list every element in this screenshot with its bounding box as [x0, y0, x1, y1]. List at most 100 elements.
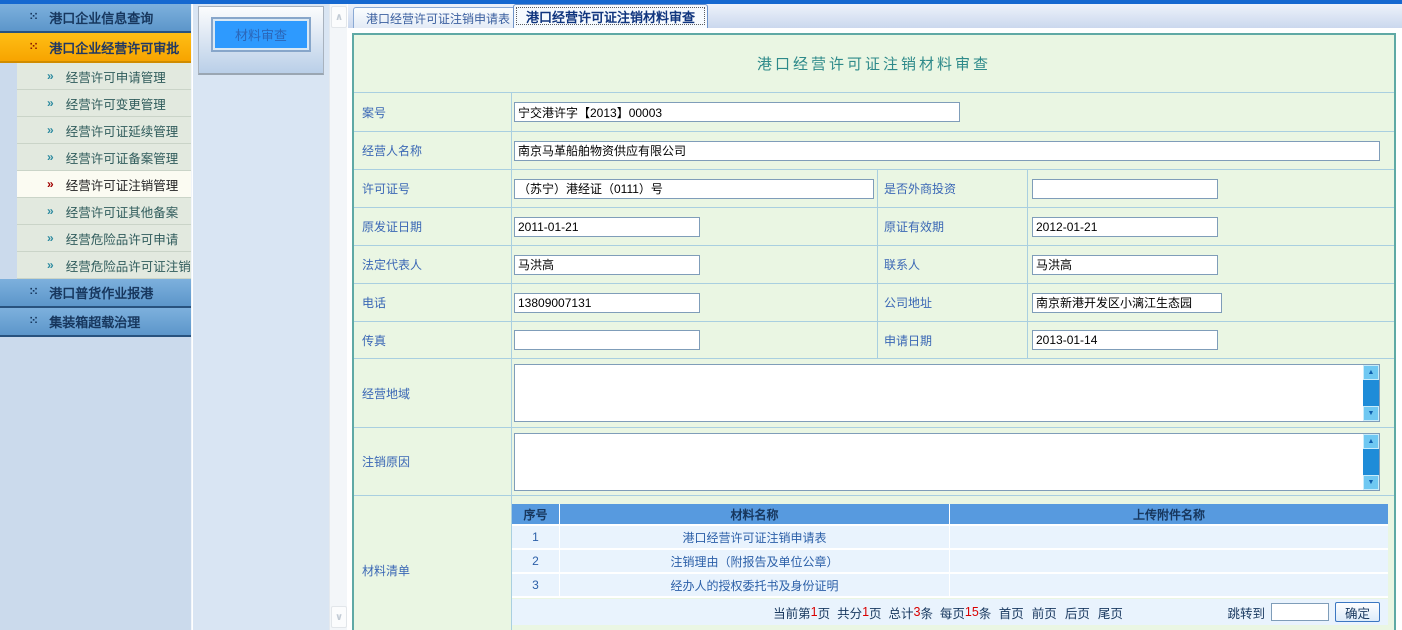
business-region-textarea[interactable]: ▲ ▼ — [514, 364, 1380, 422]
arrow-icon: » — [47, 204, 54, 218]
chevron-down-icon: ∨ — [335, 612, 343, 623]
business-region-label: 经营地域 — [354, 359, 512, 427]
menu-dots-icon: ⁙ — [29, 316, 38, 327]
sidebar-item-port-enterprise-info-query[interactable]: ⁙ 港口企业信息查询 — [0, 4, 191, 33]
scroll-up-button[interactable]: ▲ — [1363, 365, 1379, 380]
confirm-button[interactable]: 确定 — [1335, 602, 1380, 622]
materials-list-label: 材料清单 — [354, 496, 512, 630]
textarea-scrollbar[interactable]: ▲ ▼ — [1363, 434, 1379, 490]
page-size-number: 15 — [965, 605, 979, 619]
arrow-icon: » — [47, 258, 54, 272]
form-title: 港口经营许可证注销材料审查 — [354, 35, 1394, 93]
sidebar-subitem-license-change[interactable]: » 经营许可变更管理 — [17, 90, 191, 117]
menu-dots-icon: ⁙ — [29, 287, 38, 298]
sidebar-submenu: » 经营许可申请管理 » 经营许可变更管理 » 经营许可证延续管理 » 经营许可… — [17, 63, 191, 279]
fax-label: 传真 — [354, 322, 512, 358]
contact-person-label: 联系人 — [878, 246, 1028, 283]
app-window: ⁙ 港口企业信息查询 ⁙ 港口企业经营许可审批 » 经营许可申请管理 » 经营许… — [0, 0, 1402, 630]
case-no-label: 案号 — [354, 93, 512, 131]
cell-no: 3 — [512, 574, 560, 596]
materials-table-header: 序号 材料名称 上传附件名称 — [512, 504, 1388, 526]
sidebar-subitem-license-other-record[interactable]: » 经营许可证其他备案 — [17, 198, 191, 225]
sidebar-subitem-license-application[interactable]: » 经营许可申请管理 — [17, 63, 191, 90]
sidebar-subitem-dangerous-goods-application[interactable]: » 经营危险品许可申请 — [17, 225, 191, 252]
total-pages-number: 1 — [862, 605, 869, 619]
sidebar-subitem-label: 经营许可证延续管理 — [66, 121, 179, 140]
jump-to-label: 跳转到 — [1227, 603, 1265, 622]
tab-cancellation-application-form[interactable]: 港口经营许可证注销申请表 — [353, 7, 523, 28]
action-panel-box: 材料审查 — [198, 6, 324, 75]
tab-cancellation-material-review[interactable]: 港口经营许可证注销材料审查 — [513, 4, 708, 28]
operator-name-input[interactable] — [514, 141, 1380, 161]
scroll-down-button[interactable]: ∨ — [331, 606, 347, 628]
sidebar-subitem-label: 经营许可变更管理 — [66, 94, 166, 113]
sidebar-item-label: 集装箱超载治理 — [49, 312, 140, 331]
sidebar-subitem-license-renewal[interactable]: » 经营许可证延续管理 — [17, 117, 191, 144]
sidebar-menu: ⁙ 港口企业信息查询 ⁙ 港口企业经营许可审批 » 经营许可申请管理 » 经营许… — [0, 4, 192, 630]
case-no-input[interactable] — [514, 102, 960, 122]
apply-date-label: 申请日期 — [878, 322, 1028, 358]
cell-material-name: 经办人的授权委托书及身份证明 — [560, 574, 950, 596]
sidebar-item-port-license-approval[interactable]: ⁙ 港口企业经营许可审批 — [0, 33, 191, 63]
company-address-label: 公司地址 — [878, 284, 1028, 321]
cell-attachment — [950, 574, 1388, 596]
issue-date-label: 原发证日期 — [354, 208, 512, 245]
expiry-date-label: 原证有效期 — [878, 208, 1028, 245]
scroll-up-button[interactable]: ▲ — [1363, 434, 1379, 449]
cell-material-name: 港口经营许可证注销申请表 — [560, 526, 950, 548]
prev-page-link[interactable]: 前页 — [1032, 603, 1057, 622]
page-jump-input[interactable] — [1271, 603, 1329, 621]
materials-table-area: 序号 材料名称 上传附件名称 1 港口经营许可证注销申请表 2 注销理由（附报告… — [512, 496, 1394, 630]
pagination-text: 条 每页 — [920, 603, 964, 622]
phone-input[interactable] — [514, 293, 700, 313]
sidebar-subitem-license-record[interactable]: » 经营许可证备案管理 — [17, 144, 191, 171]
license-no-input[interactable] — [514, 179, 874, 199]
triangle-up-icon: ▲ — [1368, 369, 1375, 376]
current-page-number: 1 — [811, 605, 818, 619]
sidebar-item-container-overload[interactable]: ⁙ 集装箱超载治理 — [0, 308, 191, 337]
cell-no: 1 — [512, 526, 560, 548]
arrow-icon: » — [47, 123, 54, 137]
tab-bar: 港口经营许可证注销申请表 港口经营许可证注销材料审查 — [348, 4, 1402, 30]
scroll-track[interactable] — [1363, 380, 1379, 406]
legal-rep-input[interactable] — [514, 255, 700, 275]
sidebar-subitem-license-cancellation[interactable]: » 经营许可证注销管理 — [17, 171, 191, 198]
sidebar-subitem-dangerous-goods-cancellation[interactable]: » 经营危险品许可证注销 — [17, 252, 191, 279]
sidebar-subitem-label: 经营危险品许可申请 — [66, 229, 179, 248]
cancel-reason-textarea[interactable]: ▲ ▼ — [514, 433, 1380, 491]
header-material-name: 材料名称 — [560, 504, 950, 524]
arrow-icon: » — [47, 96, 54, 110]
expiry-date-input[interactable] — [1032, 217, 1218, 237]
first-page-link[interactable]: 首页 — [999, 603, 1024, 622]
scroll-up-button[interactable]: ∧ — [331, 6, 347, 28]
apply-date-input[interactable] — [1032, 330, 1218, 350]
issue-date-input[interactable] — [514, 217, 700, 237]
pagination-text: 页 共分 — [818, 603, 862, 622]
textarea-scrollbar[interactable]: ▲ ▼ — [1363, 365, 1379, 421]
sidebar-subitem-label: 经营许可申请管理 — [66, 67, 166, 86]
table-row[interactable]: 1 港口经营许可证注销申请表 — [512, 526, 1388, 550]
sidebar-subitem-label: 经营许可证其他备案 — [66, 202, 179, 221]
contact-person-input[interactable] — [1032, 255, 1218, 275]
sidebar-subitem-label: 经营许可证注销管理 — [66, 175, 179, 194]
scroll-down-button[interactable]: ▼ — [1363, 406, 1379, 421]
scroll-track[interactable] — [1363, 449, 1379, 475]
triangle-up-icon: ▲ — [1368, 438, 1375, 445]
pagination-text: 当前第 — [773, 603, 811, 622]
company-address-input[interactable] — [1032, 293, 1222, 313]
vertical-scrollbar[interactable]: ∧ ∨ — [329, 4, 347, 630]
arrow-icon: » — [47, 150, 54, 164]
cell-attachment — [950, 550, 1388, 572]
table-row[interactable]: 2 注销理由（附报告及单位公章） — [512, 550, 1388, 574]
fax-input[interactable] — [514, 330, 700, 350]
sidebar-item-general-cargo-report[interactable]: ⁙ 港口普货作业报港 — [0, 279, 191, 308]
table-row[interactable]: 3 经办人的授权委托书及身份证明 — [512, 574, 1388, 598]
last-page-link[interactable]: 尾页 — [1098, 603, 1123, 622]
next-page-link[interactable]: 后页 — [1065, 603, 1090, 622]
scroll-down-button[interactable]: ▼ — [1363, 475, 1379, 490]
pagination-summary: 当前第1页 共分1页 总计3条 每页15条 首页 前页 后页 尾页 — [773, 603, 1127, 622]
menu-dots-icon: ⁙ — [29, 42, 38, 53]
material-review-button[interactable]: 材料审查 — [213, 19, 309, 50]
sidebar-item-label: 港口企业信息查询 — [49, 8, 153, 27]
foreign-investment-input[interactable] — [1032, 179, 1218, 199]
